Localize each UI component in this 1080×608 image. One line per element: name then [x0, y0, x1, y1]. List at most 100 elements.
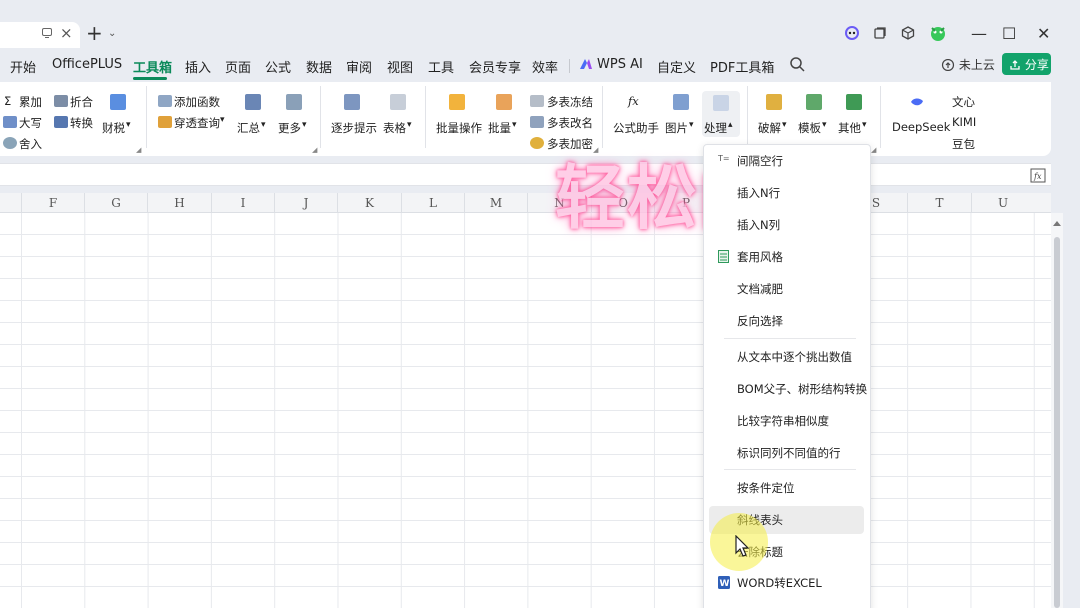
share-button[interactable]: 分享 [1002, 53, 1051, 75]
accumulate-button[interactable]: 累加 [19, 94, 42, 110]
wps-ai-icon [580, 59, 592, 69]
menu-review[interactable]: 审阅 [346, 57, 372, 76]
menu-tools[interactable]: 工具 [428, 57, 454, 76]
fx-icon[interactable]: fx [1030, 168, 1046, 183]
menu-item-locate-by-condition[interactable]: 按条件定位 [709, 474, 864, 502]
process-button[interactable]: 处理 ▴ [702, 91, 740, 137]
scrollbar-thumb[interactable] [1054, 237, 1060, 608]
menu-item-slim-document[interactable]: 文档减肥 [709, 275, 864, 303]
column-header[interactable]: J [274, 193, 337, 213]
menu-home[interactable]: 开始 [10, 57, 36, 76]
menu-item-extract-numbers[interactable]: 从文本中逐个挑出数值 [709, 343, 864, 371]
formula-bar[interactable]: fx [0, 163, 1051, 186]
menu-item-invert-selection[interactable]: 反向选择 [709, 307, 864, 335]
column-header[interactable]: U [971, 193, 1034, 213]
menu-item-string-similarity[interactable]: 比较字符串相似度 [709, 407, 864, 435]
summary-button[interactable]: 汇总 [237, 120, 260, 136]
vertical-scrollbar[interactable] [1051, 213, 1063, 608]
batch-operation-icon [449, 94, 465, 110]
chevron-down-icon: ▾ [220, 115, 225, 125]
convert-button[interactable]: 转换 [70, 115, 93, 131]
column-header[interactable]: G [84, 193, 147, 213]
template-button[interactable]: 模板 [798, 120, 821, 136]
mouse-cursor-icon [735, 535, 749, 557]
other-button[interactable]: 其他 [838, 120, 861, 136]
table-button[interactable]: 表格 [383, 120, 406, 136]
maximize-button[interactable]: ☐ [1002, 24, 1016, 43]
avatar[interactable] [929, 24, 947, 42]
deepseek-icon [911, 98, 923, 106]
add-function-button[interactable]: 添加函数 [174, 94, 220, 110]
chevron-down-icon[interactable]: ⌄ [108, 28, 116, 39]
summary-icon [245, 94, 261, 110]
menu-wps-ai[interactable]: WPS AI [597, 57, 643, 72]
menu-efficiency[interactable]: 效率 [532, 57, 558, 76]
menu-member[interactable]: 会员专享 [469, 57, 521, 76]
deepseek-button[interactable]: DeepSeek [892, 120, 950, 134]
menu-bar: 开始 OfficePLUS 工具箱 插入 页面 公式 数据 审阅 视图 工具 会… [0, 50, 1080, 80]
picture-button[interactable]: 图片 [665, 120, 688, 136]
batch-button[interactable]: 批量 [488, 120, 511, 136]
menu-item-insert-n-rows[interactable]: 插入N行 [709, 179, 864, 207]
window-copy-icon[interactable] [873, 26, 887, 40]
batch-operation-button[interactable]: 批量操作 [436, 120, 482, 136]
menu-officeplus[interactable]: OfficePLUS [52, 57, 122, 72]
menu-item-word-to-excel[interactable]: W WORD转EXCEL [709, 569, 864, 597]
document-tab[interactable]: × [0, 22, 80, 48]
menu-pdf-toolbox[interactable]: PDF工具箱 [710, 57, 774, 76]
crack-icon [766, 94, 782, 110]
column-header[interactable]: L [401, 193, 464, 213]
penetrate-query-button[interactable]: 穿透查询 [174, 115, 220, 131]
menu-toolbox[interactable]: 工具箱 [133, 57, 172, 76]
menu-view[interactable]: 视图 [387, 57, 413, 76]
cell-grid[interactable] [0, 213, 1051, 608]
crack-button[interactable]: 破解 [758, 120, 781, 136]
group-expand-icon[interactable]: ◢ [136, 146, 141, 154]
search-icon[interactable] [789, 56, 805, 72]
menu-customize[interactable]: 自定义 [657, 57, 696, 76]
menu-item-mark-different-values[interactable]: 标识同列不同值的行 [709, 439, 864, 467]
column-header[interactable]: K [337, 193, 401, 213]
formula-assistant-button[interactable]: 公式助手 [613, 120, 659, 136]
new-tab-button[interactable]: + [86, 22, 103, 44]
assistant-icon[interactable] [845, 26, 859, 40]
menu-item-insert-n-cols[interactable]: 插入N列 [709, 211, 864, 239]
minimize-button[interactable]: — [971, 24, 987, 43]
ribbon-divider [602, 86, 603, 148]
menu-page[interactable]: 页面 [225, 57, 251, 76]
finance-tax-button[interactable]: 财税 [102, 120, 125, 136]
column-header[interactable]: M [464, 193, 527, 213]
uppercase-button[interactable]: 大写 [19, 115, 42, 131]
column-header[interactable]: I [211, 193, 274, 213]
menu-item-apply-style[interactable]: 套用风格 [709, 243, 864, 271]
scroll-up-icon[interactable] [1053, 221, 1061, 226]
ribbon-divider [146, 86, 147, 148]
group-expand-icon[interactable]: ◢ [312, 146, 317, 154]
ribbon: Σ 累加 大写 舍入 折合 转换 财税 ▾ ◢ 添加函数 穿透查询 ▾ 汇总 ▾… [0, 82, 1051, 156]
menu-insert[interactable]: 插入 [185, 57, 211, 76]
group-expand-icon[interactable]: ◢ [871, 146, 876, 154]
column-header[interactable]: F [21, 193, 84, 213]
cloud-status[interactable]: 未上云 [941, 56, 995, 73]
cube-icon[interactable] [901, 26, 915, 40]
column-header[interactable]: H [147, 193, 211, 213]
doubao-button[interactable]: 豆包 [952, 136, 975, 152]
menu-data[interactable]: 数据 [306, 57, 332, 76]
step-hint-button[interactable]: 逐步提示 [331, 120, 377, 136]
finance-tax-icon [110, 94, 126, 110]
column-header[interactable]: T [907, 193, 971, 213]
multi-rename-button[interactable]: 多表改名 [547, 115, 593, 131]
wenxin-button[interactable]: 文心 [952, 94, 975, 110]
menu-formula[interactable]: 公式 [265, 57, 291, 76]
tab-close-icon[interactable]: × [60, 24, 73, 42]
menu-item-interval-blank-row[interactable]: T= 间隔空行 [709, 147, 864, 175]
fold-icon [54, 95, 68, 107]
more-button[interactable]: 更多 [278, 120, 301, 136]
close-button[interactable]: ✕ [1037, 24, 1050, 43]
round-button[interactable]: 舍入 [19, 136, 42, 152]
function-icon: fx [628, 94, 639, 108]
fold-button[interactable]: 折合 [70, 94, 93, 110]
multi-freeze-button[interactable]: 多表冻结 [547, 94, 593, 110]
menu-item-bom-tree-convert[interactable]: BOM父子、树形结构转换 [709, 375, 867, 403]
kimi-button[interactable]: KIMI [952, 115, 976, 129]
